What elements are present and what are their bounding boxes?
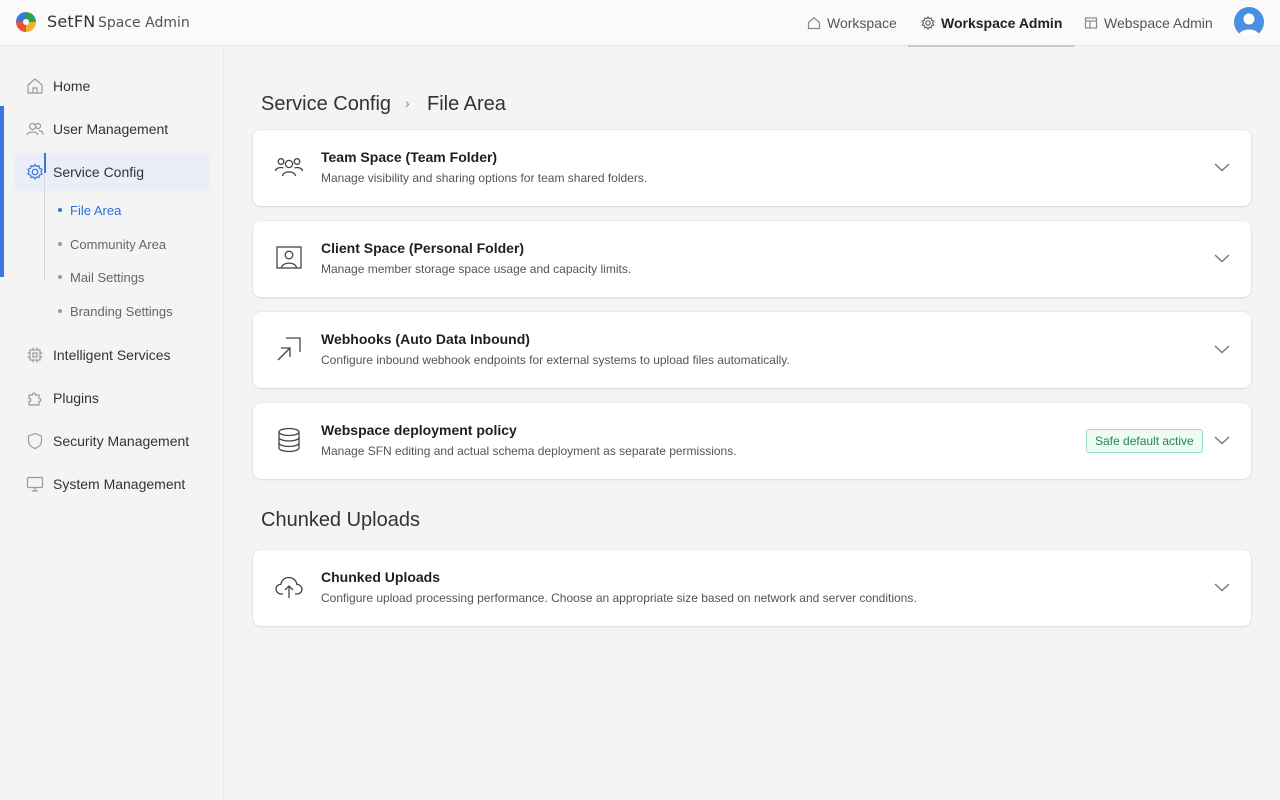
bullet-icon [58, 208, 62, 212]
gear-icon [921, 16, 935, 30]
sidebar-item-intelligent-services[interactable]: Intelligent Services [14, 336, 210, 374]
sidebar-item-plugins[interactable]: Plugins [14, 379, 210, 417]
card-description: Manage SFN editing and actual schema dep… [321, 444, 737, 458]
sidebar-subitem-file-area[interactable]: File Area [58, 199, 121, 221]
sidebar-subitem-label: Branding Settings [70, 303, 173, 319]
layout-icon [1084, 17, 1098, 29]
card-title: Chunked Uploads [321, 569, 441, 585]
card-description: Manage member storage space usage and ca… [321, 262, 632, 276]
app-subtitle: Space Admin [98, 15, 190, 31]
home-icon [807, 17, 821, 30]
shield-icon [27, 432, 43, 450]
sidebar-item-label: Plugins [53, 390, 99, 406]
card-chunked-uploads[interactable]: Chunked Uploads Configure upload process… [253, 550, 1251, 626]
bullet-icon [58, 242, 62, 246]
sidebar-item-system-management[interactable]: System Management [14, 465, 210, 503]
topnav-workspace-admin[interactable]: Workspace Admin [907, 0, 1075, 47]
team-icon [274, 158, 304, 177]
cloud-upload-icon [275, 576, 303, 598]
card-title: Team Space (Team Folder) [321, 149, 498, 165]
top-header: SetFN Space Admin Workspace Workspace Ad… [0, 0, 1280, 47]
monitor-icon [26, 476, 44, 492]
user-avatar-icon [1238, 13, 1260, 37]
sidebar-subitem-label: Mail Settings [70, 269, 145, 285]
card-webspace-deployment-policy[interactable]: Webspace deployment policy Manage SFN ed… [253, 403, 1251, 479]
card-description: Manage visibility and sharing options fo… [321, 171, 648, 185]
breadcrumb-separator: › [405, 95, 410, 111]
sidebar-subitem-branding-settings[interactable]: Branding Settings [58, 300, 173, 322]
card-title: Webhooks (Auto Data Inbound) [321, 331, 530, 347]
chevron-down-icon[interactable] [1213, 581, 1231, 593]
inbound-arrow-icon [277, 337, 301, 361]
status-badge: Safe default active [1086, 429, 1203, 453]
card-description: Configure inbound webhook endpoints for … [321, 353, 790, 367]
topnav-label: Workspace Admin [941, 15, 1063, 31]
person-frame-icon [276, 246, 302, 269]
breadcrumb-current: File Area [427, 92, 506, 115]
chevron-down-icon[interactable] [1213, 252, 1231, 264]
sidebar-item-security-management[interactable]: Security Management [14, 422, 210, 460]
card-webhooks[interactable]: Webhooks (Auto Data Inbound) Configure i… [253, 312, 1251, 388]
active-section-indicator [0, 106, 4, 277]
sidebar-subitem-mail-settings[interactable]: Mail Settings [58, 266, 144, 288]
sidebar-item-label: Intelligent Services [53, 347, 171, 363]
sidebar-item-label: Service Config [53, 164, 145, 180]
brand-logo-icon[interactable] [15, 11, 37, 33]
section-title: Chunked Uploads [261, 509, 420, 531]
topnav-label: Webspace Admin [1104, 15, 1213, 31]
sidebar-item-home[interactable]: Home [14, 67, 210, 105]
sidebar-item-user-management[interactable]: User Management [14, 110, 210, 148]
sidebar-subitem-community-area[interactable]: Community Area [58, 233, 166, 255]
breadcrumb-parent[interactable]: Service Config [261, 92, 391, 116]
topnav-label: Workspace [827, 15, 897, 31]
card-description: Configure upload processing performance.… [321, 591, 917, 605]
sidebar-subitem-label: Community Area [70, 236, 167, 252]
home-icon [27, 78, 43, 94]
sidebar-item-label: User Management [53, 121, 169, 137]
sidebar-item-label: Security Management [53, 433, 190, 449]
user-avatar[interactable] [1234, 7, 1264, 37]
chevron-down-icon[interactable] [1213, 343, 1231, 355]
bullet-icon [58, 275, 62, 279]
card-team-space[interactable]: Team Space (Team Folder) Manage visibili… [253, 130, 1251, 206]
chevron-down-icon[interactable] [1213, 161, 1231, 173]
chip-icon [27, 347, 43, 363]
submenu-active-indicator [44, 153, 46, 173]
brand-name[interactable]: SetFN [47, 12, 95, 31]
card-title: Webspace deployment policy [321, 422, 517, 438]
gear-icon [27, 163, 43, 181]
bullet-icon [58, 309, 62, 313]
users-icon [26, 122, 44, 136]
chevron-down-icon[interactable] [1213, 434, 1231, 446]
database-icon [278, 427, 300, 453]
card-client-space[interactable]: Client Space (Personal Folder) Manage me… [253, 221, 1251, 297]
puzzle-icon [28, 392, 42, 406]
sidebar-item-label: System Management [53, 476, 186, 492]
sidebar-item-label: Home [53, 78, 91, 94]
sidebar-subitem-label: File Area [70, 202, 122, 218]
topnav-webspace-admin[interactable]: Webspace Admin [1084, 0, 1213, 46]
card-title: Client Space (Personal Folder) [321, 240, 525, 256]
topnav-workspace[interactable]: Workspace [807, 0, 897, 46]
